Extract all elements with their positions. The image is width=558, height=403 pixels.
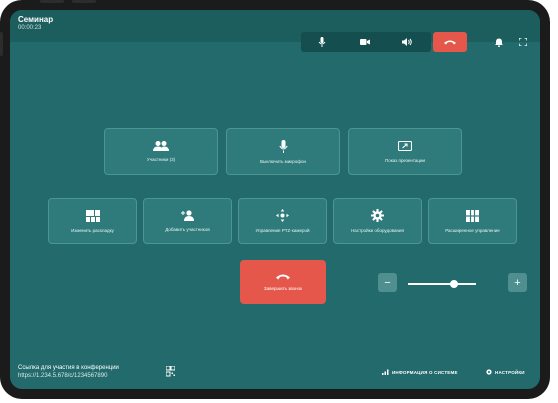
add-participants-button[interactable]: Добавить участников <box>143 198 232 244</box>
advanced-control-button[interactable]: Расширенное управление <box>428 198 517 244</box>
settings-link[interactable]: НАСТРОЙКИ <box>486 369 525 375</box>
gear-icon <box>486 369 492 375</box>
hangup-icon <box>444 40 456 45</box>
mute-microphone-button[interactable]: Выключить микрофон <box>226 128 340 175</box>
advanced-control-label: Расширенное управление <box>445 227 500 233</box>
end-call-label: Завершить звонок <box>263 286 303 291</box>
add-user-icon <box>180 210 194 221</box>
change-layout-label: Изменить раскладку <box>71 227 114 233</box>
add-participants-label: Добавить участников <box>165 227 210 232</box>
camera-icon <box>360 39 370 45</box>
volume-slider-handle[interactable] <box>450 280 458 288</box>
grid-icon <box>466 209 479 222</box>
share-presentation-label: Показ презентации <box>384 157 426 163</box>
change-layout-button[interactable]: Изменить раскладку <box>48 198 137 244</box>
layout-icon <box>85 209 100 222</box>
fullscreen-icon <box>519 38 527 46</box>
camera-toggle-button[interactable] <box>349 32 381 52</box>
join-link-label: Ссылка для участия в конференции <box>18 365 119 371</box>
gear-icon <box>371 209 384 222</box>
ptz-camera-control-button[interactable]: Управление PTZ-камерой <box>238 198 327 244</box>
meeting-title: Семинар <box>18 15 54 24</box>
microphone-icon <box>318 37 326 47</box>
signal-icon <box>382 369 389 375</box>
bell-icon <box>495 38 503 47</box>
notifications-button[interactable] <box>489 32 509 52</box>
hardware-button <box>72 0 96 3</box>
fullscreen-button[interactable] <box>513 32 533 52</box>
ptz-icon <box>276 209 289 222</box>
call-timer: 00:00:23 <box>18 25 42 31</box>
speaker-toggle-button[interactable] <box>391 32 423 52</box>
share-presentation-button[interactable]: Показ презентации <box>348 128 462 175</box>
join-link-url[interactable]: https://1.234.5.678/c/1234567890 <box>18 373 107 379</box>
users-icon <box>153 141 169 151</box>
settings-label: НАСТРОЙКИ <box>495 369 525 375</box>
volume-down-button[interactable]: − <box>378 273 397 292</box>
hardware-button <box>0 32 3 56</box>
volume-up-button[interactable]: + <box>508 273 527 292</box>
ptz-camera-control-label: Управление PTZ-камерой <box>255 228 310 233</box>
hardware-button <box>40 0 64 3</box>
hangup-icon <box>276 274 290 280</box>
microphone-icon <box>278 139 288 153</box>
hangup-button[interactable] <box>433 32 467 52</box>
equipment-settings-label: Настройки оборудования <box>351 228 404 233</box>
system-info-link[interactable]: ИНФОРМАЦИЯ О СИСТЕМЕ <box>382 369 458 375</box>
participants-label: Участники (3) <box>146 157 176 162</box>
equipment-settings-button[interactable]: Настройки оборудования <box>333 198 422 244</box>
system-info-label: ИНФОРМАЦИЯ О СИСТЕМЕ <box>392 369 458 375</box>
speaker-icon <box>402 38 412 46</box>
mic-toggle-button[interactable] <box>306 32 338 52</box>
end-call-button[interactable]: Завершить звонок <box>240 260 326 304</box>
qr-code-icon[interactable] <box>166 366 175 377</box>
participants-button[interactable]: Участники (3) <box>104 128 218 175</box>
meeting-screen: Семинар 00:00:23 Участники (3) Выключить… <box>10 10 540 389</box>
mute-microphone-label: Выключить микрофон <box>260 158 306 164</box>
screen-share-icon <box>398 140 412 151</box>
volume-slider-track[interactable] <box>408 283 476 285</box>
